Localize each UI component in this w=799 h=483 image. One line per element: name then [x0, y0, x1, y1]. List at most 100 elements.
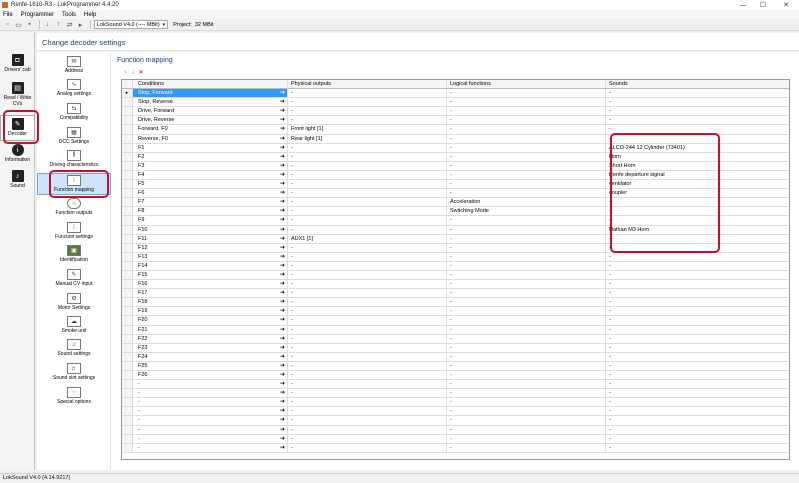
table-row[interactable]: - ➔ - - -: [122, 398, 789, 408]
cell-physical-outputs[interactable]: -: [288, 189, 447, 198]
cell-conditions[interactable]: Forward, F0 ➔: [133, 125, 288, 134]
cell-physical-outputs[interactable]: -: [288, 107, 447, 116]
cell-sounds[interactable]: -: [606, 253, 789, 261]
cell-conditions[interactable]: F3 ➔: [133, 161, 288, 170]
cell-logical-functions[interactable]: -: [447, 316, 606, 325]
cell-sounds[interactable]: -: [606, 262, 789, 270]
cell-physical-outputs[interactable]: -: [288, 298, 447, 307]
cell-physical-outputs[interactable]: -: [288, 307, 447, 316]
cell-logical-functions[interactable]: -: [447, 307, 606, 316]
cell-physical-outputs[interactable]: -: [288, 316, 447, 325]
cell-logical-functions[interactable]: -: [447, 225, 606, 234]
open-folder-icon[interactable]: ▭: [14, 20, 23, 29]
cell-logical-functions[interactable]: -: [447, 152, 606, 161]
cell-logical-functions[interactable]: -: [447, 216, 606, 225]
cell-sounds[interactable]: ALCO-244 12 Cylinder (73401): [606, 144, 789, 152]
menu-tools[interactable]: Tools: [62, 12, 76, 18]
cell-physical-outputs[interactable]: -: [288, 170, 447, 180]
maximize-button[interactable]: ☐: [753, 0, 773, 10]
cell-physical-outputs[interactable]: -: [288, 180, 447, 189]
table-row[interactable]: F15 ➔ - - -: [122, 270, 789, 281]
cell-sounds[interactable]: -: [606, 407, 789, 415]
cell-conditions[interactable]: F2 ➔: [133, 152, 288, 161]
subnav-smoke-unit[interactable]: ☁ Smoke unit: [37, 316, 111, 334]
subnav-sound-slot-settings[interactable]: ♬ Sound slot settings: [37, 363, 111, 381]
cell-physical-outputs[interactable]: -: [288, 252, 447, 261]
cell-physical-outputs[interactable]: -: [288, 216, 447, 225]
subnav-sound-settings[interactable]: ♫ Sound settings: [37, 339, 111, 357]
cell-sounds[interactable]: -: [606, 335, 789, 343]
close-button[interactable]: ✕: [773, 0, 799, 10]
write-decoder-icon[interactable]: ↑: [54, 20, 63, 29]
cell-conditions[interactable]: - ➔: [133, 416, 288, 425]
cell-conditions[interactable]: Stop, Forward ➔: [133, 89, 288, 98]
table-row[interactable]: F14 ➔ - - -: [122, 261, 789, 271]
table-row[interactable]: Stop, Reverse ➔ - - -: [122, 98, 789, 108]
cell-sounds[interactable]: -: [606, 289, 789, 297]
connect-icon[interactable]: ⇄: [65, 20, 74, 29]
cell-logical-functions[interactable]: -: [447, 180, 606, 189]
cell-sounds[interactable]: -: [606, 244, 789, 252]
cell-sounds[interactable]: -: [606, 116, 789, 124]
cell-logical-functions[interactable]: -: [447, 425, 606, 434]
cell-logical-functions[interactable]: -: [447, 143, 606, 152]
cell-conditions[interactable]: - ➔: [133, 380, 288, 389]
cell-conditions[interactable]: F25 ➔: [133, 361, 288, 370]
cell-sounds[interactable]: -: [606, 316, 789, 324]
cell-physical-outputs[interactable]: -: [288, 280, 447, 289]
nav-decoder[interactable]: ✎ Decoder: [0, 115, 35, 141]
cell-sounds[interactable]: -: [606, 216, 789, 224]
cell-logical-functions[interactable]: -: [447, 189, 606, 198]
cell-sounds[interactable]: -: [606, 380, 789, 388]
table-row[interactable]: ▸ Stop, Forward ➔ - - -: [122, 89, 789, 99]
cell-sounds[interactable]: -: [606, 326, 789, 334]
cell-sounds[interactable]: -: [606, 435, 789, 443]
subnav-identification[interactable]: ▣ Identification: [37, 245, 111, 263]
cell-sounds[interactable]: -: [606, 207, 789, 215]
new-file-icon[interactable]: ▫: [3, 20, 12, 29]
table-row[interactable]: F24 ➔ - - -: [122, 352, 789, 362]
table-row[interactable]: F18 ➔ - - -: [122, 298, 789, 308]
cell-sounds[interactable]: -: [606, 98, 789, 106]
cell-conditions[interactable]: F22 ➔: [133, 334, 288, 343]
table-row[interactable]: - ➔ - - -: [122, 425, 789, 435]
cell-logical-functions[interactable]: -: [447, 343, 606, 352]
cell-conditions[interactable]: F23 ➔: [133, 343, 288, 352]
cell-logical-functions[interactable]: -: [447, 334, 606, 343]
cell-conditions[interactable]: - ➔: [133, 389, 288, 398]
cell-sounds[interactable]: Horn: [606, 153, 789, 161]
table-row[interactable]: F22 ➔ - - -: [122, 334, 789, 344]
cell-physical-outputs[interactable]: -: [288, 198, 447, 207]
cell-physical-outputs[interactable]: -: [288, 371, 447, 380]
cell-logical-functions[interactable]: -: [447, 243, 606, 252]
table-row[interactable]: F17 ➔ - - -: [122, 289, 789, 299]
subnav-function-outputs[interactable]: ○ Function outputs: [37, 198, 111, 216]
subnav-motor-settings[interactable]: ⚙ Motor Settings: [37, 293, 111, 311]
cell-conditions[interactable]: F20 ➔: [133, 316, 288, 325]
cell-conditions[interactable]: F1 ➔: [133, 143, 288, 152]
subnav-dcc-settings[interactable]: ▦ DCC Settings: [37, 127, 111, 145]
delete-icon[interactable]: ✕: [137, 69, 145, 76]
cell-physical-outputs[interactable]: -: [288, 116, 447, 125]
cell-sounds[interactable]: coupler: [606, 189, 789, 197]
cell-conditions[interactable]: F16 ➔: [133, 280, 288, 289]
cell-sounds[interactable]: -: [606, 426, 789, 434]
table-row[interactable]: F1 ➔ - - ALCO-244 12 Cylinder (73401): [122, 143, 789, 153]
table-row[interactable]: Forward, F0 ➔ Front light [1] - -: [122, 125, 789, 135]
cell-sounds[interactable]: -: [606, 416, 789, 424]
table-row[interactable]: F12 ➔ - - -: [122, 243, 789, 253]
table-row[interactable]: F5 ➔ - - ventilator: [122, 180, 789, 190]
cell-logical-functions[interactable]: -: [447, 352, 606, 361]
cell-logical-functions[interactable]: Switching Mode: [447, 207, 606, 216]
cell-sounds[interactable]: -: [606, 298, 789, 306]
cell-physical-outputs[interactable]: -: [288, 389, 447, 398]
table-row[interactable]: F21 ➔ - - -: [122, 325, 789, 335]
table-row[interactable]: F11 ➔ AUX1 [1] - -: [122, 234, 789, 244]
cell-conditions[interactable]: F24 ➔: [133, 352, 288, 361]
cell-sounds[interactable]: -: [606, 353, 789, 361]
cell-physical-outputs[interactable]: -: [288, 416, 447, 425]
subnav-manual-cv-input[interactable]: ✎ Manual CV input: [37, 269, 111, 287]
cell-conditions[interactable]: F11 ➔: [133, 234, 288, 243]
table-row[interactable]: - ➔ - - -: [122, 380, 789, 390]
cell-physical-outputs[interactable]: AUX1 [1]: [288, 234, 447, 243]
